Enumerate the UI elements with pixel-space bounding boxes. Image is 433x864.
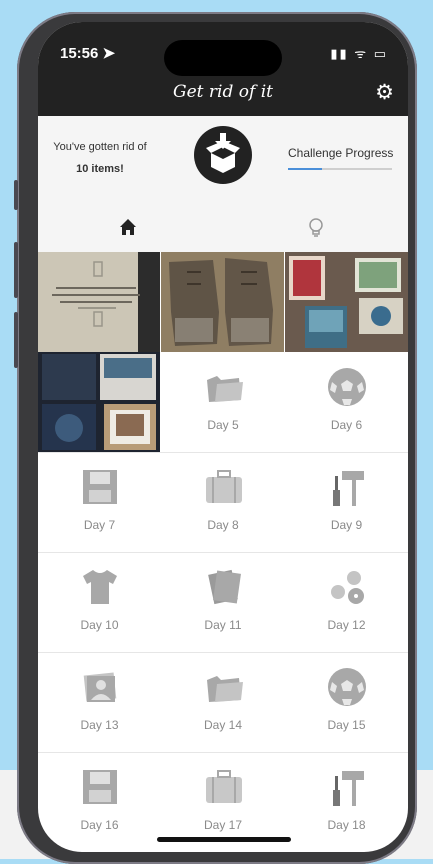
- row-divider: [38, 552, 408, 553]
- folder-icon: [203, 666, 245, 708]
- tab-bar: [38, 208, 408, 252]
- day-label: Day 18: [327, 818, 366, 832]
- day-cell[interactable]: Day 12: [285, 552, 408, 652]
- suitcase-icon: [203, 466, 245, 508]
- row-divider: [38, 452, 408, 453]
- volume-up-button: [14, 242, 18, 298]
- folder-icon: [203, 366, 245, 408]
- day-label: Day 17: [203, 818, 243, 832]
- day-label: Day 11: [204, 618, 242, 632]
- home-icon: [120, 219, 136, 235]
- app-title: Get rid of it: [173, 82, 273, 102]
- tshirt-icon: [79, 566, 121, 608]
- day-cell[interactable]: Day 11: [162, 552, 285, 652]
- day-label: Day 9: [330, 518, 363, 532]
- photo-row: [38, 252, 408, 352]
- day-cell[interactable]: Day 7: [38, 452, 161, 552]
- summary-panel: You've gotten rid of 10 items! Challenge…: [38, 116, 408, 208]
- app-header: 15:56 ➤ ▮▮ ᯤ ▭ Get rid of it ⚙: [38, 22, 408, 116]
- box-logo-icon: [194, 126, 252, 184]
- items-count: 10 items!: [76, 163, 124, 175]
- tools-icon: [326, 766, 368, 808]
- volume-down-button: [14, 312, 18, 368]
- suitcase-icon: [203, 766, 245, 808]
- soccer-ball-icon: [326, 366, 368, 408]
- books-icon: [203, 566, 245, 608]
- challenge-progress-label[interactable]: Challenge Progress: [288, 146, 393, 160]
- ideas-tab[interactable]: [286, 216, 346, 242]
- day-cell[interactable]: Day 14: [162, 652, 285, 752]
- status-icons: ▮▮ ᯤ ▭: [330, 46, 388, 61]
- day-label: Day 7: [83, 518, 116, 532]
- day-label: Day 12: [327, 618, 366, 632]
- day-label: Day 13: [80, 718, 119, 732]
- day-label: Day 10: [80, 618, 119, 632]
- status-time: 15:56 ➤: [60, 45, 116, 62]
- gear-icon[interactable]: ⚙: [375, 80, 394, 105]
- day-cell[interactable]: Day 15: [285, 652, 408, 752]
- photo-cards[interactable]: [285, 252, 408, 352]
- day-label: Day 8: [207, 518, 239, 532]
- day-cell[interactable]: Day 13: [38, 652, 161, 752]
- challenge-progress-bar: [288, 168, 392, 170]
- floppy-disk-icon: [79, 766, 121, 808]
- soccer-ball-icon: [326, 666, 368, 708]
- challenge-progress-fill: [288, 168, 323, 170]
- summary-line: You've gotten rid of: [53, 141, 147, 153]
- row-divider: [38, 752, 408, 753]
- items-summary: You've gotten rid of 10 items!: [46, 136, 154, 180]
- lightbulb-icon: [309, 218, 323, 237]
- day-cell[interactable]: Day 16: [38, 752, 161, 852]
- discs-icon: [326, 566, 368, 608]
- day-label: Day 14: [203, 718, 243, 732]
- photo-boots[interactable]: [161, 252, 284, 352]
- day-label: Day 16: [80, 818, 119, 832]
- photos-icon: [79, 666, 121, 708]
- day-cell[interactable]: Day 10: [38, 552, 161, 652]
- action-button: [14, 180, 18, 210]
- day-cell[interactable]: Day 6: [285, 352, 408, 452]
- home-indicator[interactable]: [157, 837, 291, 842]
- photo-dvds[interactable]: [38, 352, 160, 452]
- day-cell[interactable]: Day 5: [162, 352, 285, 452]
- row-divider: [38, 652, 408, 653]
- day-cell[interactable]: Day 8: [162, 452, 285, 552]
- home-tab[interactable]: [98, 216, 158, 242]
- day-label: Day 15: [327, 718, 366, 732]
- dynamic-island: [164, 40, 282, 76]
- day-cell[interactable]: Day 18: [285, 752, 408, 852]
- day-cell[interactable]: Day 9: [285, 452, 408, 552]
- day-label: Day 6: [330, 418, 363, 432]
- day-label: Day 5: [207, 418, 239, 432]
- photo-book[interactable]: [38, 252, 160, 352]
- tools-icon: [326, 466, 368, 508]
- app-screen: 15:56 ➤ ▮▮ ᯤ ▭ Get rid of it ⚙ You've go…: [38, 22, 408, 852]
- floppy-disk-icon: [79, 466, 121, 508]
